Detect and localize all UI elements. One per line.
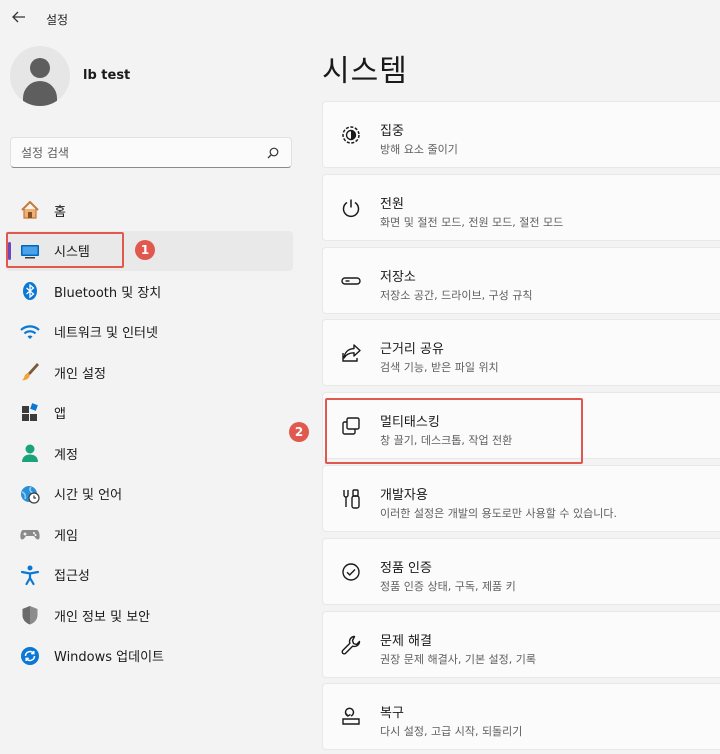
sidebar-item-accessibility[interactable]: 접근성 bbox=[6, 555, 293, 596]
card-subtitle: 다시 설정, 고급 시작, 되돌리기 bbox=[380, 725, 523, 739]
sidebar-item-label: 접근성 bbox=[54, 569, 90, 585]
card-subtitle: 정품 인증 상태, 구독, 제품 키 bbox=[380, 579, 516, 593]
search-icon[interactable] bbox=[267, 147, 279, 159]
sidebar-item-label: 홈 bbox=[54, 204, 66, 220]
sidebar-item-label: Windows 업데이트 bbox=[54, 650, 165, 666]
card-title: 집중 bbox=[380, 124, 404, 139]
sidebar-item-label: Bluetooth 및 장치 bbox=[54, 285, 162, 301]
gamepad-icon bbox=[18, 522, 42, 546]
card-subtitle: 이러한 설정은 개발의 용도로만 사용할 수 있습니다. bbox=[380, 506, 617, 520]
card-power[interactable]: 전원 화면 및 절전 모드, 전원 모드, 절전 모드 bbox=[322, 173, 720, 241]
user-name: lb test bbox=[83, 68, 131, 83]
wifi-icon bbox=[18, 320, 42, 344]
card-nearby-sharing[interactable]: 근거리 공유 검색 기능, 받은 파일 위치 bbox=[322, 319, 720, 387]
globe-clock-icon bbox=[18, 482, 42, 506]
focus-icon bbox=[339, 123, 363, 147]
back-arrow-icon[interactable] bbox=[8, 6, 30, 28]
card-recovery[interactable]: 복구 다시 설정, 고급 시작, 되돌리기 bbox=[322, 683, 720, 751]
sidebar-item-label: 네트워크 및 인터넷 bbox=[54, 326, 158, 342]
card-storage[interactable]: 저장소 저장소 공간, 드라이브, 구성 규칙 bbox=[322, 246, 720, 314]
card-subtitle: 검색 기능, 받은 파일 위치 bbox=[380, 361, 499, 375]
sidebar-item-label: 개인 정보 및 보안 bbox=[54, 609, 151, 625]
sidebar-item-label: 게임 bbox=[54, 528, 78, 544]
sidebar-item-bluetooth[interactable]: Bluetooth 및 장치 bbox=[6, 271, 293, 312]
sidebar-item-gaming[interactable]: 게임 bbox=[6, 514, 293, 555]
sidebar-item-label: 계정 bbox=[54, 447, 78, 463]
highlight-box-multitasking bbox=[325, 398, 583, 464]
bluetooth-icon bbox=[18, 279, 42, 303]
card-title: 정품 인증 bbox=[380, 560, 432, 576]
card-focus[interactable]: 집중 방해 요소 줄이기 bbox=[322, 101, 720, 168]
step-badge-2: 2 bbox=[289, 422, 309, 442]
sidebar-item-apps[interactable]: 앱 bbox=[6, 393, 293, 434]
activation-check-icon bbox=[339, 560, 363, 584]
sidebar-item-label: 앱 bbox=[54, 407, 66, 423]
apps-icon bbox=[18, 401, 42, 425]
sidebar-item-privacy-security[interactable]: 개인 정보 및 보안 bbox=[6, 595, 293, 636]
search-input[interactable] bbox=[21, 144, 261, 162]
avatar bbox=[10, 46, 70, 106]
card-title: 전원 bbox=[380, 196, 404, 212]
sidebar-item-accounts[interactable]: 계정 bbox=[6, 433, 293, 474]
sidebar-item-windows-update[interactable]: Windows 업데이트 bbox=[6, 636, 293, 677]
title-bar: 설정 bbox=[0, 0, 720, 36]
accessibility-icon bbox=[18, 563, 42, 587]
card-for-developers[interactable]: 개발자용 이러한 설정은 개발의 용도로만 사용할 수 있습니다. bbox=[322, 464, 720, 532]
share-icon bbox=[339, 341, 363, 365]
page-title: 시스템 bbox=[322, 54, 408, 89]
card-activation[interactable]: 정품 인증 정품 인증 상태, 구독, 제품 키 bbox=[322, 537, 720, 605]
card-troubleshoot[interactable]: 문제 해결 권장 문제 해결사, 기본 설정, 기록 bbox=[322, 610, 720, 678]
card-subtitle: 방해 요소 줄이기 bbox=[380, 143, 458, 156]
highlight-box-system bbox=[6, 232, 124, 268]
update-icon bbox=[18, 644, 42, 668]
shield-icon bbox=[18, 603, 42, 627]
step-badge-1: 1 bbox=[135, 240, 155, 260]
recovery-icon bbox=[339, 705, 363, 729]
settings-search-box[interactable] bbox=[10, 137, 292, 168]
app-title: 설정 bbox=[46, 13, 69, 27]
card-title: 문제 해결 bbox=[380, 633, 432, 649]
sidebar-item-label: 개인 설정 bbox=[54, 366, 106, 382]
sidebar-item-time-language[interactable]: 시간 및 언어 bbox=[6, 474, 293, 515]
wrench-icon bbox=[339, 633, 363, 657]
card-title: 근거리 공유 bbox=[380, 342, 444, 358]
card-title: 개발자용 bbox=[380, 487, 428, 503]
sidebar-item-home[interactable]: 홈 bbox=[6, 190, 293, 231]
card-subtitle: 화면 및 절전 모드, 전원 모드, 절전 모드 bbox=[380, 215, 564, 229]
account-icon bbox=[18, 441, 42, 465]
card-title: 저장소 bbox=[380, 269, 416, 285]
storage-icon bbox=[339, 269, 363, 293]
developer-tools-icon bbox=[339, 487, 363, 511]
card-subtitle: 저장소 공간, 드라이브, 구성 규칙 bbox=[380, 288, 533, 302]
card-subtitle: 권장 문제 해결사, 기본 설정, 기록 bbox=[380, 652, 537, 666]
card-title: 복구 bbox=[380, 706, 404, 722]
brush-icon bbox=[18, 360, 42, 384]
sidebar-item-label: 시간 및 언어 bbox=[54, 488, 123, 504]
sidebar-item-network[interactable]: 네트워크 및 인터넷 bbox=[6, 312, 293, 353]
sidebar-item-personalization[interactable]: 개인 설정 bbox=[6, 352, 293, 393]
home-icon bbox=[18, 198, 42, 222]
power-icon bbox=[339, 196, 363, 220]
